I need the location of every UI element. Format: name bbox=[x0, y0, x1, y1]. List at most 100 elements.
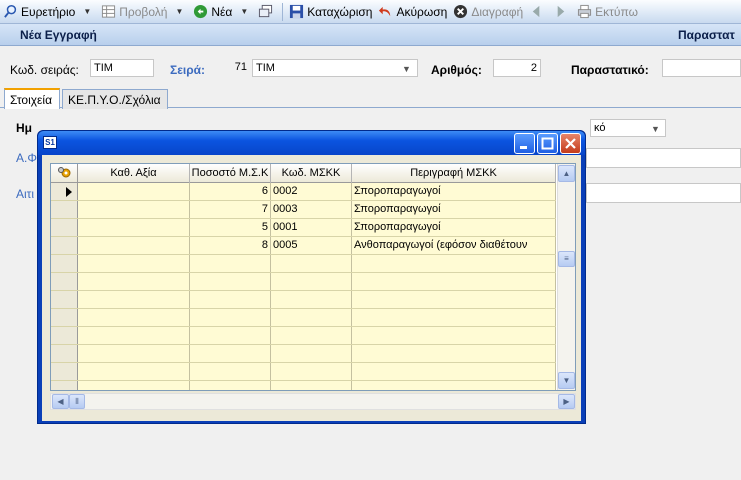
cell-percent[interactable]: 5 bbox=[190, 219, 271, 236]
table-row[interactable]: 5 0001 Σποροπαραγωγοί bbox=[51, 219, 556, 237]
background-field[interactable] bbox=[586, 183, 741, 203]
empty-row[interactable] bbox=[51, 381, 556, 390]
background-field[interactable] bbox=[586, 148, 741, 168]
chevron-down-icon[interactable]: ▼ bbox=[83, 7, 91, 16]
document-panel-title: Παραστατ bbox=[678, 28, 735, 42]
cell-percent[interactable]: 7 bbox=[190, 201, 271, 218]
background-combo-value: κό bbox=[594, 122, 606, 134]
index-button[interactable]: Ευρετήριο ▼ bbox=[0, 2, 98, 22]
empty-row[interactable] bbox=[51, 345, 556, 363]
series-combo-value: TIM bbox=[256, 62, 275, 74]
cell-description[interactable]: Σποροπαραγωγοί bbox=[352, 219, 556, 236]
column-header-value[interactable]: Καθ. Αξία bbox=[78, 164, 190, 183]
dialog-titlebar[interactable]: S1 bbox=[38, 131, 585, 155]
arrow-right-icon bbox=[557, 5, 565, 18]
new-button-label: Νέα bbox=[211, 4, 233, 19]
vertical-scrollbar[interactable]: ▲ ≡ ▼ bbox=[557, 164, 575, 390]
cell-value[interactable] bbox=[78, 237, 190, 254]
empty-row[interactable] bbox=[51, 273, 556, 291]
prev-button[interactable] bbox=[526, 2, 550, 22]
tab-details[interactable]: Στοιχεία bbox=[4, 88, 60, 109]
row-indicator[interactable] bbox=[51, 201, 78, 218]
save-button[interactable]: Καταχώριση bbox=[286, 2, 375, 22]
cell-value[interactable] bbox=[78, 183, 190, 200]
maximize-button[interactable] bbox=[537, 133, 558, 154]
cell-value[interactable] bbox=[78, 219, 190, 236]
table-row[interactable]: 7 0003 Σποροπαραγωγοί bbox=[51, 201, 556, 219]
close-icon bbox=[565, 138, 576, 149]
afm-label: Α.Φ bbox=[16, 151, 37, 165]
number-field[interactable]: 2 bbox=[493, 59, 541, 77]
save-button-label: Καταχώριση bbox=[307, 4, 373, 19]
page-title: Νέα Εγγραφή bbox=[20, 28, 97, 42]
arrow-left-icon bbox=[532, 5, 540, 18]
row-indicator[interactable] bbox=[51, 219, 78, 236]
cell-description[interactable]: Σποροπαραγωγοί bbox=[352, 183, 556, 200]
scroll-left-button[interactable]: ◀ bbox=[52, 394, 69, 409]
scroll-right-button[interactable]: ▶ bbox=[558, 394, 575, 409]
chevron-down-icon[interactable]: ▼ bbox=[175, 7, 183, 16]
table-row[interactable]: 8 0005 Ανθοπαραγωγοί (εφόσον διαθέτουν bbox=[51, 237, 556, 255]
column-header-percent[interactable]: Ποσοστό Μ.Σ.Κ bbox=[190, 164, 271, 183]
column-header-code[interactable]: Κωδ. ΜΣΚΚ bbox=[271, 164, 352, 183]
new-button[interactable]: Νέα ▼ bbox=[190, 2, 255, 22]
view-button[interactable]: Προβολή ▼ bbox=[98, 2, 190, 22]
horizontal-scrollbar[interactable]: ◀ ⦀ ▶ bbox=[50, 393, 576, 410]
mskk-grid[interactable]: Καθ. Αξία Ποσοστό Μ.Σ.Κ Κωδ. ΜΣΚΚ Περιγρ… bbox=[50, 163, 576, 391]
cell-code[interactable]: 0003 bbox=[271, 201, 352, 218]
cell-code[interactable]: 0005 bbox=[271, 237, 352, 254]
cell-description[interactable]: Ανθοπαραγωγοί (εφόσον διαθέτουν bbox=[352, 237, 556, 254]
empty-row[interactable] bbox=[51, 327, 556, 345]
toolbar-separator bbox=[282, 2, 284, 21]
document-field[interactable] bbox=[662, 59, 741, 77]
vertical-scroll-thumb[interactable]: ≡ bbox=[558, 251, 575, 267]
series-label: Σειρά: bbox=[170, 63, 206, 77]
series-combo[interactable]: TIM bbox=[252, 59, 418, 77]
cancel-button[interactable]: Ακύρωση bbox=[375, 2, 450, 22]
series-number-field[interactable]: 71 bbox=[216, 59, 250, 77]
cell-percent[interactable]: 8 bbox=[190, 237, 271, 254]
grid-header: Καθ. Αξία Ποσοστό Μ.Σ.Κ Κωδ. ΜΣΚΚ Περιγρ… bbox=[51, 164, 556, 183]
empty-row[interactable] bbox=[51, 255, 556, 273]
copy-window-icon bbox=[259, 4, 273, 18]
cell-percent[interactable]: 6 bbox=[190, 183, 271, 200]
empty-row[interactable] bbox=[51, 363, 556, 381]
chevron-down-icon[interactable]: ▼ bbox=[240, 7, 248, 16]
cell-value[interactable] bbox=[78, 201, 190, 218]
main-toolbar: Ευρετήριο ▼ Προβολή ▼ Νέα ▼ Καταχώριση Α… bbox=[0, 0, 741, 24]
print-icon bbox=[578, 4, 592, 19]
minimize-button[interactable] bbox=[514, 133, 535, 154]
delete-icon bbox=[454, 4, 468, 19]
tab-kepyo-comments[interactable]: ΚΕ.Π.Υ.Ο./Σχόλια bbox=[62, 89, 168, 109]
empty-row[interactable] bbox=[51, 309, 556, 327]
column-header-description[interactable]: Περιγραφή ΜΣΚΚ bbox=[352, 164, 556, 183]
save-icon bbox=[290, 4, 304, 19]
minimize-icon bbox=[520, 146, 527, 149]
chevron-down-icon[interactable]: ▼ bbox=[651, 124, 660, 134]
grid-options-cell[interactable] bbox=[51, 164, 78, 183]
scroll-up-button[interactable]: ▲ bbox=[558, 165, 575, 182]
index-button-label: Ευρετήριο bbox=[21, 4, 76, 19]
chevron-down-icon[interactable]: ▼ bbox=[402, 64, 411, 74]
copy-window-button[interactable] bbox=[255, 2, 279, 22]
series-code-label: Κωδ. σειράς: bbox=[10, 63, 79, 77]
cell-description[interactable]: Σποροπαραγωγοί bbox=[352, 201, 556, 218]
row-indicator[interactable] bbox=[51, 237, 78, 254]
reason-label: Αιτι bbox=[16, 187, 35, 201]
number-label: Αριθμός: bbox=[431, 63, 482, 77]
row-indicator[interactable] bbox=[51, 183, 78, 200]
new-icon bbox=[194, 4, 208, 19]
scroll-down-button[interactable]: ▼ bbox=[558, 372, 575, 389]
horizontal-scroll-thumb[interactable]: ⦀ bbox=[69, 394, 85, 409]
next-button[interactable] bbox=[550, 2, 574, 22]
cell-code[interactable]: 0001 bbox=[271, 219, 352, 236]
empty-row[interactable] bbox=[51, 291, 556, 309]
print-button-label: Εκτύπω bbox=[595, 4, 638, 19]
undo-icon bbox=[379, 6, 391, 17]
print-button[interactable]: Εκτύπω bbox=[574, 2, 641, 22]
table-row[interactable]: 6 0002 Σποροπαραγωγοί bbox=[51, 183, 556, 201]
close-button[interactable] bbox=[560, 133, 581, 154]
series-code-field[interactable]: TIM bbox=[90, 59, 154, 77]
cell-code[interactable]: 0002 bbox=[271, 183, 352, 200]
delete-button[interactable]: Διαγραφή bbox=[450, 2, 526, 22]
